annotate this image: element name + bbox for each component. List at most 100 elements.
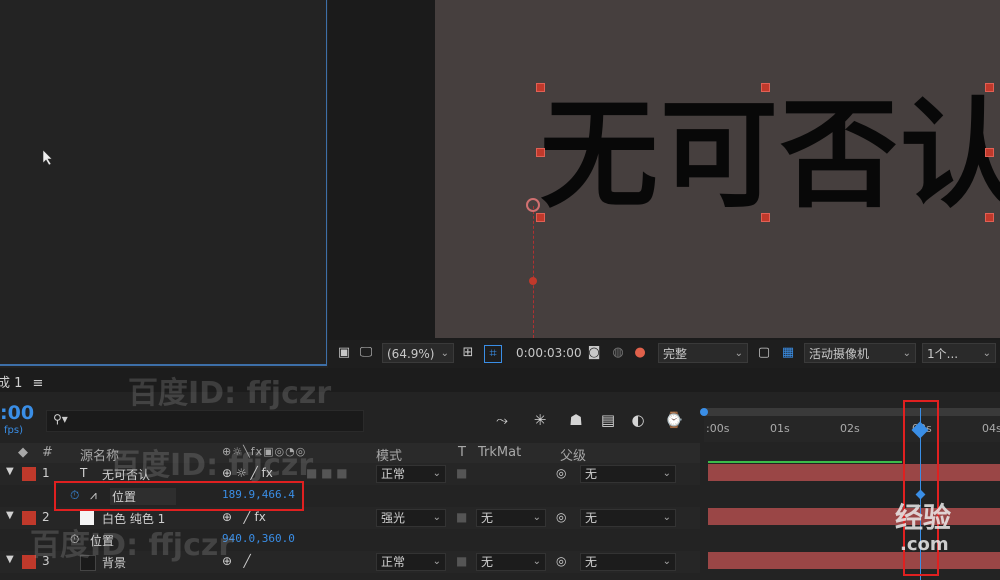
parent-value: 无 <box>585 467 598 481</box>
ruler-tick-label: :00s <box>706 422 730 435</box>
transform-handle[interactable] <box>536 83 545 92</box>
chevron-down-icon: ⌄ <box>432 468 441 479</box>
transform-handle[interactable] <box>536 213 545 222</box>
twirl-down-icon[interactable]: ▼ <box>6 466 14 477</box>
views-select[interactable]: 1个... ⌄ <box>922 343 996 363</box>
color-channels-icon[interactable]: ● <box>632 345 648 361</box>
layer-search-input[interactable]: ⚲▾ <box>46 410 364 432</box>
label-column-icon[interactable]: ◆ <box>18 445 28 460</box>
fps-label: fps) <box>4 425 23 436</box>
comp-text-layer[interactable]: 无可否认 <box>540 80 1000 230</box>
current-time-display[interactable]: :00 <box>0 402 34 424</box>
motion-blur-icon[interactable]: ◐ <box>628 410 648 430</box>
chevron-down-icon: ⌄ <box>662 512 671 523</box>
monitor-icon[interactable]: 🖵 <box>358 345 374 361</box>
resolution-value: 完整 <box>663 347 688 361</box>
camera-value: 活动摄像机 <box>809 347 870 361</box>
mode-column[interactable]: 模式 <box>376 445 402 464</box>
layer-number: 1 <box>42 466 50 480</box>
grid-options-icon[interactable]: ▣ <box>336 345 352 361</box>
frame-blending-icon[interactable]: ▤ <box>598 410 618 430</box>
preserve-transparency-box[interactable]: ■ <box>456 554 467 568</box>
draft-3d-icon[interactable]: ✳ <box>530 410 550 430</box>
project-panel <box>0 0 327 366</box>
twirl-down-icon[interactable]: ▼ <box>6 554 14 565</box>
views-value: 1个... <box>927 347 959 361</box>
composition-mini-flowchart-icon[interactable]: ⤳ <box>492 410 512 430</box>
resolution-select[interactable]: 完整 ⌄ <box>658 343 748 363</box>
parent-value: 无 <box>585 511 598 525</box>
trkmat-column[interactable]: TrkMat <box>478 445 521 460</box>
zoom-value: (64.9%) <box>387 347 435 361</box>
parent-select[interactable]: 无 ⌄ <box>580 553 676 571</box>
mode-select[interactable]: 强光 ⌄ <box>376 509 446 527</box>
camera-select[interactable]: 活动摄像机 ⌄ <box>804 343 916 363</box>
pickwhip-icon[interactable]: ◎ <box>556 554 566 568</box>
transform-handle[interactable] <box>985 83 994 92</box>
watermark: 经验 <box>895 501 952 534</box>
transform-handle[interactable] <box>761 213 770 222</box>
layer-duration-bar[interactable] <box>708 508 1000 525</box>
timecode[interactable]: 0:00:03:00 <box>516 346 582 360</box>
chevron-down-icon: ⌄ <box>734 348 743 359</box>
label-color-swatch[interactable] <box>22 467 36 481</box>
transform-handle[interactable] <box>761 83 770 92</box>
number-column[interactable]: # <box>42 445 53 460</box>
preserve-transparency-box[interactable]: ■ <box>456 466 467 480</box>
work-area-start-handle[interactable] <box>700 408 708 416</box>
graph-editor-icon[interactable]: ⌚ <box>664 410 684 430</box>
transform-handle[interactable] <box>985 148 994 157</box>
panel-focus-border <box>0 364 326 366</box>
ruler-tick-label: 04s <box>982 422 1000 435</box>
chevron-down-icon: ⌄ <box>440 348 449 359</box>
chevron-down-icon: ⌄ <box>532 556 541 567</box>
work-area-bar[interactable] <box>704 408 1000 416</box>
transparency-grid-icon[interactable]: ▦ <box>780 345 796 361</box>
t-column[interactable]: T <box>458 445 466 460</box>
trkmat-select[interactable]: 无 ⌄ <box>476 553 546 571</box>
chevron-down-icon: ⌄ <box>432 512 441 523</box>
render-cache-indicator <box>708 461 902 463</box>
mode-value: 强光 <box>381 511 406 525</box>
twirl-down-icon[interactable]: ▼ <box>6 510 14 521</box>
chevron-down-icon: ⌄ <box>662 468 671 479</box>
watermark: 百度ID: ffjczr <box>128 376 332 411</box>
preserve-transparency-box[interactable]: ■ <box>456 510 467 524</box>
ruler-tick-label: 01s <box>770 422 790 435</box>
zoom-select[interactable]: (64.9%) ⌄ <box>382 343 454 363</box>
chevron-down-icon: ⌄ <box>982 348 991 359</box>
pickwhip-icon[interactable]: ◎ <box>556 466 566 480</box>
motion-keyframe-point[interactable] <box>529 277 537 285</box>
hide-shy-layers-icon[interactable]: ☗ <box>566 410 586 430</box>
transform-handle[interactable] <box>985 213 994 222</box>
chevron-down-icon: ⌄ <box>902 348 911 359</box>
region-of-interest-icon[interactable]: ▢ <box>756 345 772 361</box>
panel-menu-icon[interactable]: ≡ <box>33 376 44 391</box>
timeline-tab[interactable]: 合成 1 ≡ <box>0 372 43 391</box>
layer-duration-bar[interactable] <box>708 552 1000 569</box>
mask-visibility-icon[interactable]: ⌗ <box>484 345 502 363</box>
trkmat-value: 无 <box>481 555 494 569</box>
parent-select[interactable]: 无 ⌄ <box>580 465 676 483</box>
camera-snapshot-icon[interactable]: ◙ <box>586 345 602 361</box>
chevron-down-icon: ⌄ <box>532 512 541 523</box>
viewer-toolbar: ▣ 🖵 (64.9%) ⌄ ⊞ ⌗ 0:00:03:00 ◙ ◍ ● 完整 ⌄ ▢ … <box>328 340 1000 368</box>
trkmat-select[interactable]: 无 ⌄ <box>476 509 546 527</box>
safe-zones-icon[interactable]: ⊞ <box>460 345 476 361</box>
parent-column[interactable]: 父级 <box>560 445 586 464</box>
pickwhip-icon[interactable]: ◎ <box>556 510 566 524</box>
parent-value: 无 <box>585 555 598 569</box>
anchor-point-icon[interactable] <box>526 198 540 212</box>
watermark: 百度ID: ffjczr <box>110 448 314 483</box>
layer-duration-bar[interactable] <box>708 464 1000 481</box>
mode-value: 正常 <box>381 467 406 481</box>
parent-select[interactable]: 无 ⌄ <box>580 509 676 527</box>
transform-handle[interactable] <box>536 148 545 157</box>
ruler-tick-label: 02s <box>840 422 860 435</box>
layer-column-header: ◆ # 源名称 ⊕☼╲fx▣◎◔◎ 模式 T TrkMat 父级 <box>0 443 700 464</box>
mode-select[interactable]: 正常 ⌄ <box>376 465 446 483</box>
chevron-down-icon: ⌄ <box>432 556 441 567</box>
tab-label: 合成 1 <box>0 376 23 391</box>
show-snapshot-icon[interactable]: ◍ <box>610 345 626 361</box>
mode-select[interactable]: 正常 ⌄ <box>376 553 446 571</box>
